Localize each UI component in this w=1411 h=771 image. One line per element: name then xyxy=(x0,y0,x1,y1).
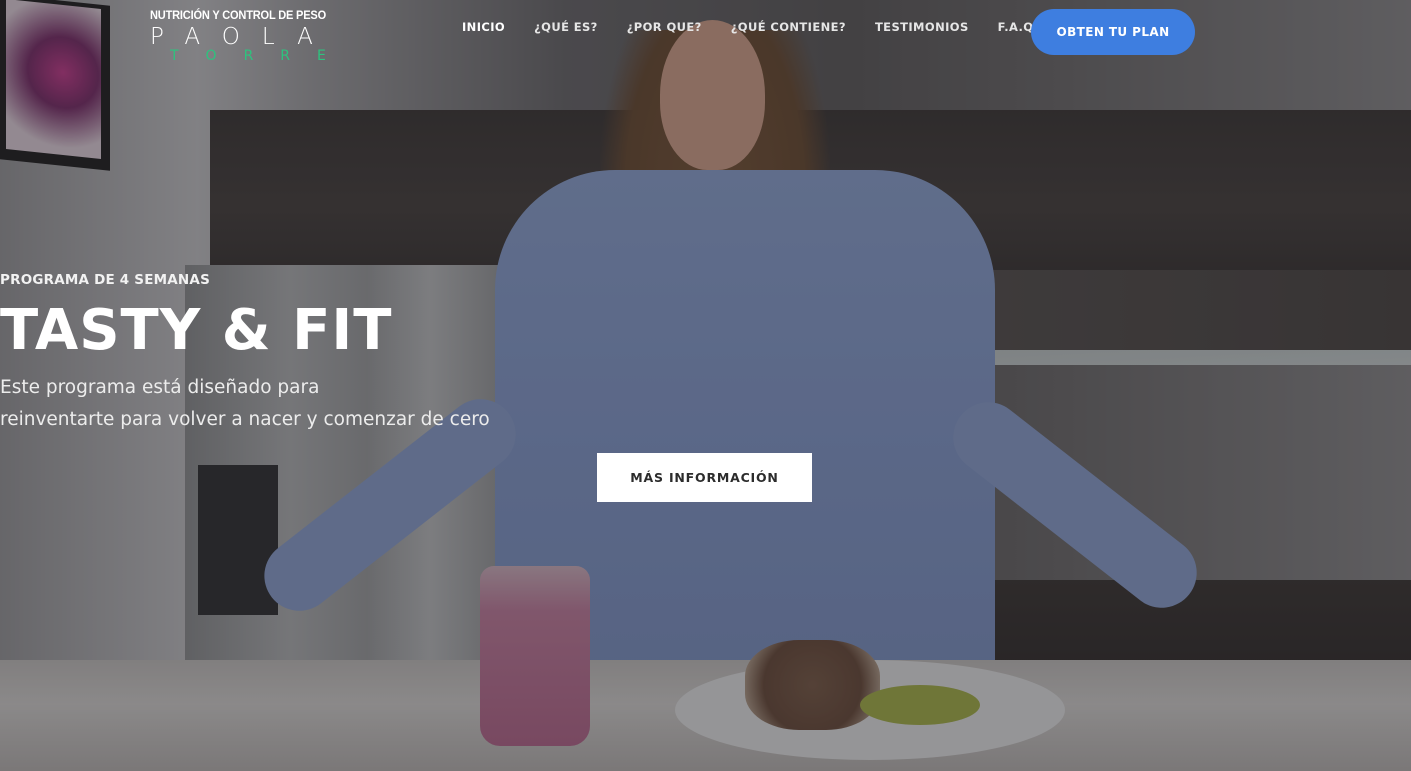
hero-section: NUTRICIÓN Y CONTROL DE PESO PAOLA TORRE … xyxy=(0,0,1411,771)
logo-first-name: PAOLA xyxy=(150,24,335,50)
hero-title: TASTY & FIT xyxy=(0,298,393,363)
hero-subtitle-line-1: Este programa está diseñado para xyxy=(0,377,320,398)
nav-item-por-que[interactable]: ¿POR QUE? xyxy=(627,20,702,34)
get-plan-button[interactable]: OBTEN TU PLAN xyxy=(1031,9,1195,55)
logo-last-name: TORRE xyxy=(170,48,353,64)
nav-item-que-es[interactable]: ¿QUÉ ES? xyxy=(534,20,598,34)
nav-item-inicio[interactable]: INICIO xyxy=(462,20,505,34)
nav-item-testimonios[interactable]: TESTIMONIOS xyxy=(875,20,969,34)
nav-item-que-contiene[interactable]: ¿QUÉ CONTIENE? xyxy=(731,20,846,34)
main-nav: INICIO ¿QUÉ ES? ¿POR QUE? ¿QUÉ CONTIENE?… xyxy=(462,20,1067,34)
logo-tagline: NUTRICIÓN Y CONTROL DE PESO xyxy=(150,8,326,22)
more-info-button[interactable]: MÁS INFORMACIÓN xyxy=(597,453,812,502)
hero-subtitle-line-2: reinventarte para volver a nacer y comen… xyxy=(0,409,490,430)
site-logo[interactable]: NUTRICIÓN Y CONTROL DE PESO PAOLA TORRE xyxy=(150,8,330,63)
program-eyebrow: PROGRAMA DE 4 SEMANAS xyxy=(0,272,210,288)
